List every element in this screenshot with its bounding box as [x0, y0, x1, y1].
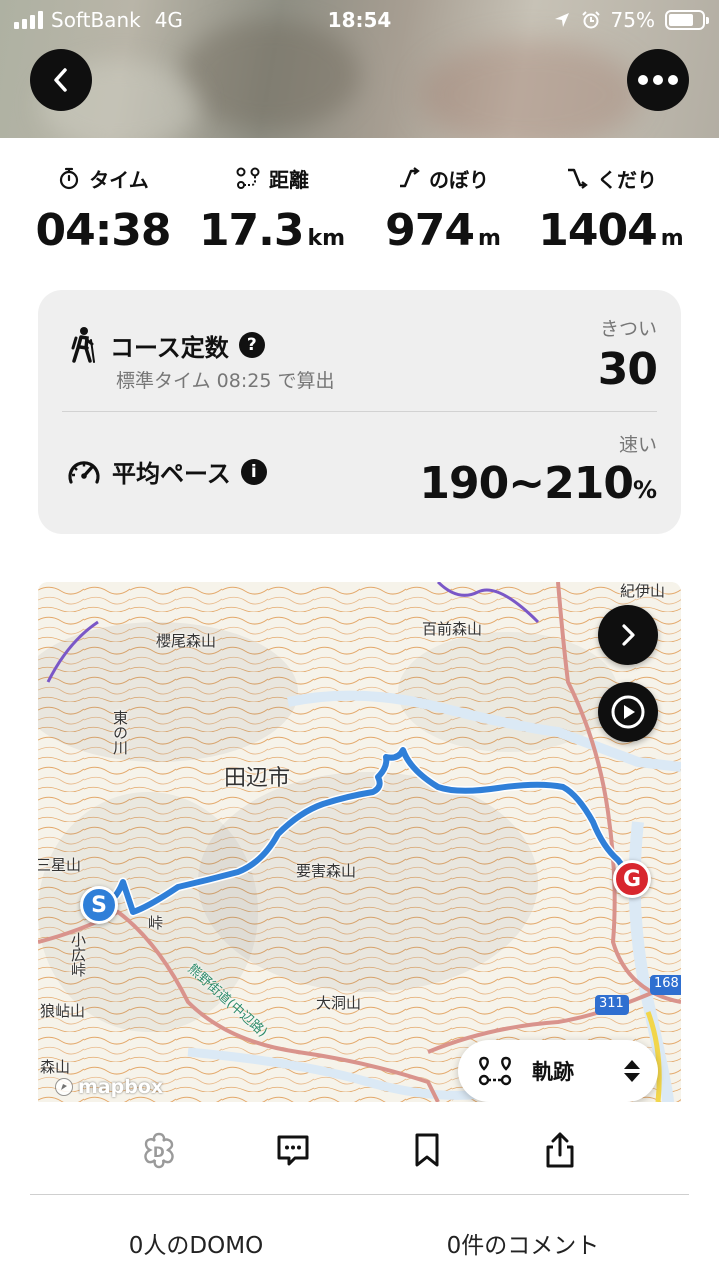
stat-label: のぼり — [429, 167, 489, 192]
stat-distance: 距離 17.3 km — [187, 160, 357, 264]
descent-icon — [568, 168, 588, 189]
map-label-pass: 小広峠 — [69, 932, 87, 977]
route-badge: 311 — [599, 996, 624, 1011]
stat-unit: km — [307, 226, 346, 251]
stat-value: 04:38 — [35, 205, 171, 256]
stat-label: タイム — [89, 167, 149, 192]
sort-chevron-icon — [624, 1060, 640, 1082]
course-card: コース定数 ? 標準タイム 08:25 で算出 きつい 30 平均ペース i 速… — [38, 290, 681, 534]
map-label-mountain: 紀伊山 — [620, 582, 666, 600]
goal-marker[interactable]: G — [613, 860, 651, 898]
map-label-mountain: 櫻尾森山 — [156, 632, 217, 650]
back-button[interactable] — [30, 49, 92, 111]
status-bar: SoftBank 4G 18:54 75% — [0, 0, 719, 40]
share-icon — [546, 1132, 574, 1168]
alarm-icon — [581, 11, 600, 29]
battery-percent: 75% — [610, 8, 655, 32]
help-button[interactable]: ? — [238, 332, 265, 358]
location-icon — [554, 13, 569, 27]
domo-button[interactable]: D — [133, 1124, 185, 1176]
map-play-button[interactable] — [598, 682, 658, 742]
course-rating-label: きつい — [599, 318, 657, 340]
pace-unit: % — [632, 476, 657, 504]
stat-unit: m — [660, 226, 684, 251]
route-icon — [478, 1056, 512, 1086]
mapbox-text: mapbox — [78, 1076, 164, 1098]
route-icon — [236, 167, 260, 189]
pace-rating-label: 速い — [618, 434, 657, 456]
bookmark-icon — [415, 1133, 439, 1167]
pace-title: 平均ペース — [112, 460, 231, 488]
map-label-pass: 峠 — [148, 914, 164, 932]
map-next-button[interactable] — [598, 605, 658, 665]
domo-flower-icon: D — [144, 1132, 174, 1169]
battery-icon — [665, 10, 709, 30]
course-title-row: コース定数 ? — [68, 326, 265, 364]
map-label-mountain: 森山 — [40, 1058, 71, 1076]
stat-descent: くだり 1404 m — [526, 160, 696, 264]
more-button[interactable] — [627, 49, 689, 111]
start-marker[interactable]: S — [80, 886, 118, 924]
map-label-mountain: 要害森山 — [296, 862, 357, 880]
bottom-divider — [30, 1194, 689, 1195]
map-label-mountain: 大洞山 — [316, 994, 362, 1012]
stat-time: タイム 04:38 — [18, 160, 188, 256]
route-map[interactable]: 櫻尾森山 百前森山 紀伊山 田辺市 要害森山 大洞山 三星山 小広峠 狼岾山 森… — [38, 582, 681, 1102]
map-label-mountain: 百前森山 — [422, 620, 483, 638]
speedometer-icon — [68, 460, 100, 484]
stat-ascent: のぼり 974 m — [358, 160, 528, 264]
bottom-bar: D 0人のDOMO 0件のコメント — [0, 1102, 719, 1280]
track-label: 軌跡 — [532, 1060, 574, 1084]
svg-text:D: D — [153, 1145, 165, 1161]
more-dots-icon — [638, 75, 678, 85]
domo-count[interactable]: 0人のDOMO — [66, 1226, 326, 1260]
course-value: 30 — [597, 344, 658, 395]
chevron-right-icon — [622, 624, 635, 646]
comment-count[interactable]: 0件のコメント — [393, 1226, 653, 1260]
map-label-mountain: 狼岾山 — [40, 1002, 86, 1020]
ascent-icon — [400, 167, 420, 188]
pace-value: 190~210 — [419, 458, 634, 509]
bookmark-button[interactable] — [401, 1124, 453, 1176]
play-icon — [611, 695, 645, 729]
stat-value: 974 — [385, 205, 475, 256]
share-button[interactable] — [534, 1124, 586, 1176]
course-subtitle: 標準タイム 08:25 で算出 — [116, 370, 335, 392]
stat-label: 距離 — [269, 167, 309, 192]
card-divider — [62, 411, 657, 412]
pace-value-wrap: 190~210% — [419, 458, 657, 509]
stopwatch-icon — [60, 167, 79, 190]
chevron-left-icon — [54, 68, 67, 92]
mapbox-attribution[interactable]: mapbox — [54, 1076, 163, 1098]
stat-unit: m — [477, 226, 501, 251]
course-title: コース定数 — [110, 333, 229, 362]
track-selector[interactable]: 軌跡 — [458, 1040, 658, 1102]
mapbox-icon — [55, 1078, 73, 1096]
stat-value: 17.3 — [198, 205, 305, 256]
hiker-icon — [71, 327, 95, 363]
pace-info-button[interactable]: i — [240, 458, 267, 485]
comment-icon — [277, 1135, 309, 1166]
stat-value: 1404 — [538, 205, 657, 256]
pace-title-row: 平均ペース i — [66, 454, 267, 489]
stat-label: くだり — [597, 167, 657, 192]
map-label-river: 東の川 — [111, 710, 129, 755]
comment-button[interactable] — [267, 1124, 319, 1176]
map-terrain — [38, 582, 681, 1102]
map-label-city: 田辺市 — [224, 766, 291, 791]
route-badge: 168 — [654, 976, 679, 991]
map-label-mountain: 三星山 — [38, 856, 82, 874]
